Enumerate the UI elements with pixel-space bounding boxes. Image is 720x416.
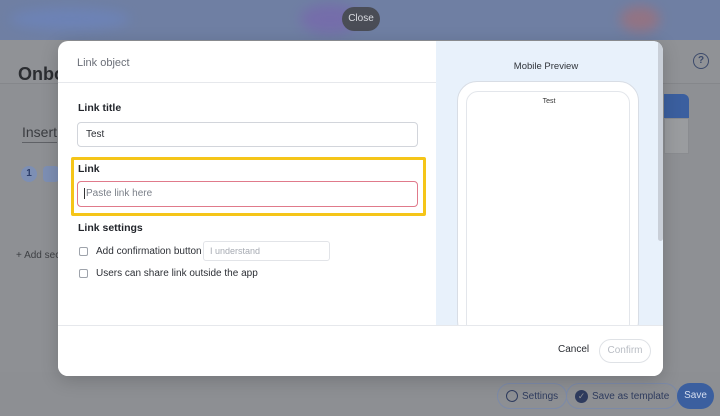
confirmation-checkbox[interactable]: [79, 247, 88, 256]
save-as-template-label: Save as template: [592, 390, 670, 402]
phone-frame: Test: [457, 81, 639, 341]
close-button[interactable]: Close: [342, 7, 380, 31]
share-checkbox-row[interactable]: Users can share link outside the app: [79, 268, 258, 279]
question-icon[interactable]: ?: [693, 53, 709, 69]
phone-screen: Test: [466, 91, 630, 336]
preview-title: Mobile Preview: [513, 61, 579, 72]
topbar-decoration: [10, 8, 130, 30]
modal-form: Link object Link title Test Link Paste l…: [58, 41, 436, 325]
check-circle-icon: ✓: [575, 389, 588, 403]
modal-title: Link object: [77, 57, 130, 69]
share-checkbox[interactable]: [79, 269, 88, 278]
step-badge[interactable]: 1: [21, 166, 37, 182]
preview-scrollbar[interactable]: [658, 41, 663, 241]
modal-header: Link object: [58, 41, 436, 83]
mobile-preview-panel: Mobile Preview Test: [436, 41, 663, 341]
share-checkbox-label: Users can share link outside the app: [96, 268, 258, 279]
settings-button[interactable]: Settings: [497, 383, 568, 409]
side-panel-tab[interactable]: [664, 94, 689, 118]
topbar-decoration: [620, 6, 660, 32]
link-title-label: Link title: [78, 102, 122, 114]
save-as-template-button[interactable]: ✓ Save as template: [566, 383, 679, 409]
step-badge-2[interactable]: [43, 166, 59, 182]
link-input-placeholder: Paste link here: [86, 188, 153, 199]
modal-footer: Cancel Confirm: [58, 325, 663, 376]
side-panel-card: [664, 118, 689, 154]
confirmation-checkbox-row[interactable]: Add confirmation button: [79, 246, 202, 257]
save-button[interactable]: Save: [677, 383, 714, 409]
confirm-button[interactable]: Confirm: [599, 339, 651, 363]
gear-icon: [506, 390, 518, 402]
insert-field[interactable]: Insert: [22, 124, 58, 143]
link-settings-label: Link settings: [78, 222, 143, 234]
link-title-input[interactable]: Test: [77, 122, 418, 147]
text-caret: [84, 187, 85, 199]
confirmation-checkbox-label: Add confirmation button: [96, 246, 202, 257]
cancel-button[interactable]: Cancel: [558, 344, 589, 355]
confirmation-text-input[interactable]: I understand: [203, 241, 330, 261]
link-input[interactable]: Paste link here: [77, 181, 418, 207]
add-section-link[interactable]: + Add sec: [16, 250, 60, 261]
link-object-modal: Link object Link title Test Link Paste l…: [58, 41, 663, 376]
phone-preview-title: Test: [542, 98, 556, 105]
settings-button-label: Settings: [522, 390, 559, 402]
link-label: Link: [78, 163, 100, 175]
